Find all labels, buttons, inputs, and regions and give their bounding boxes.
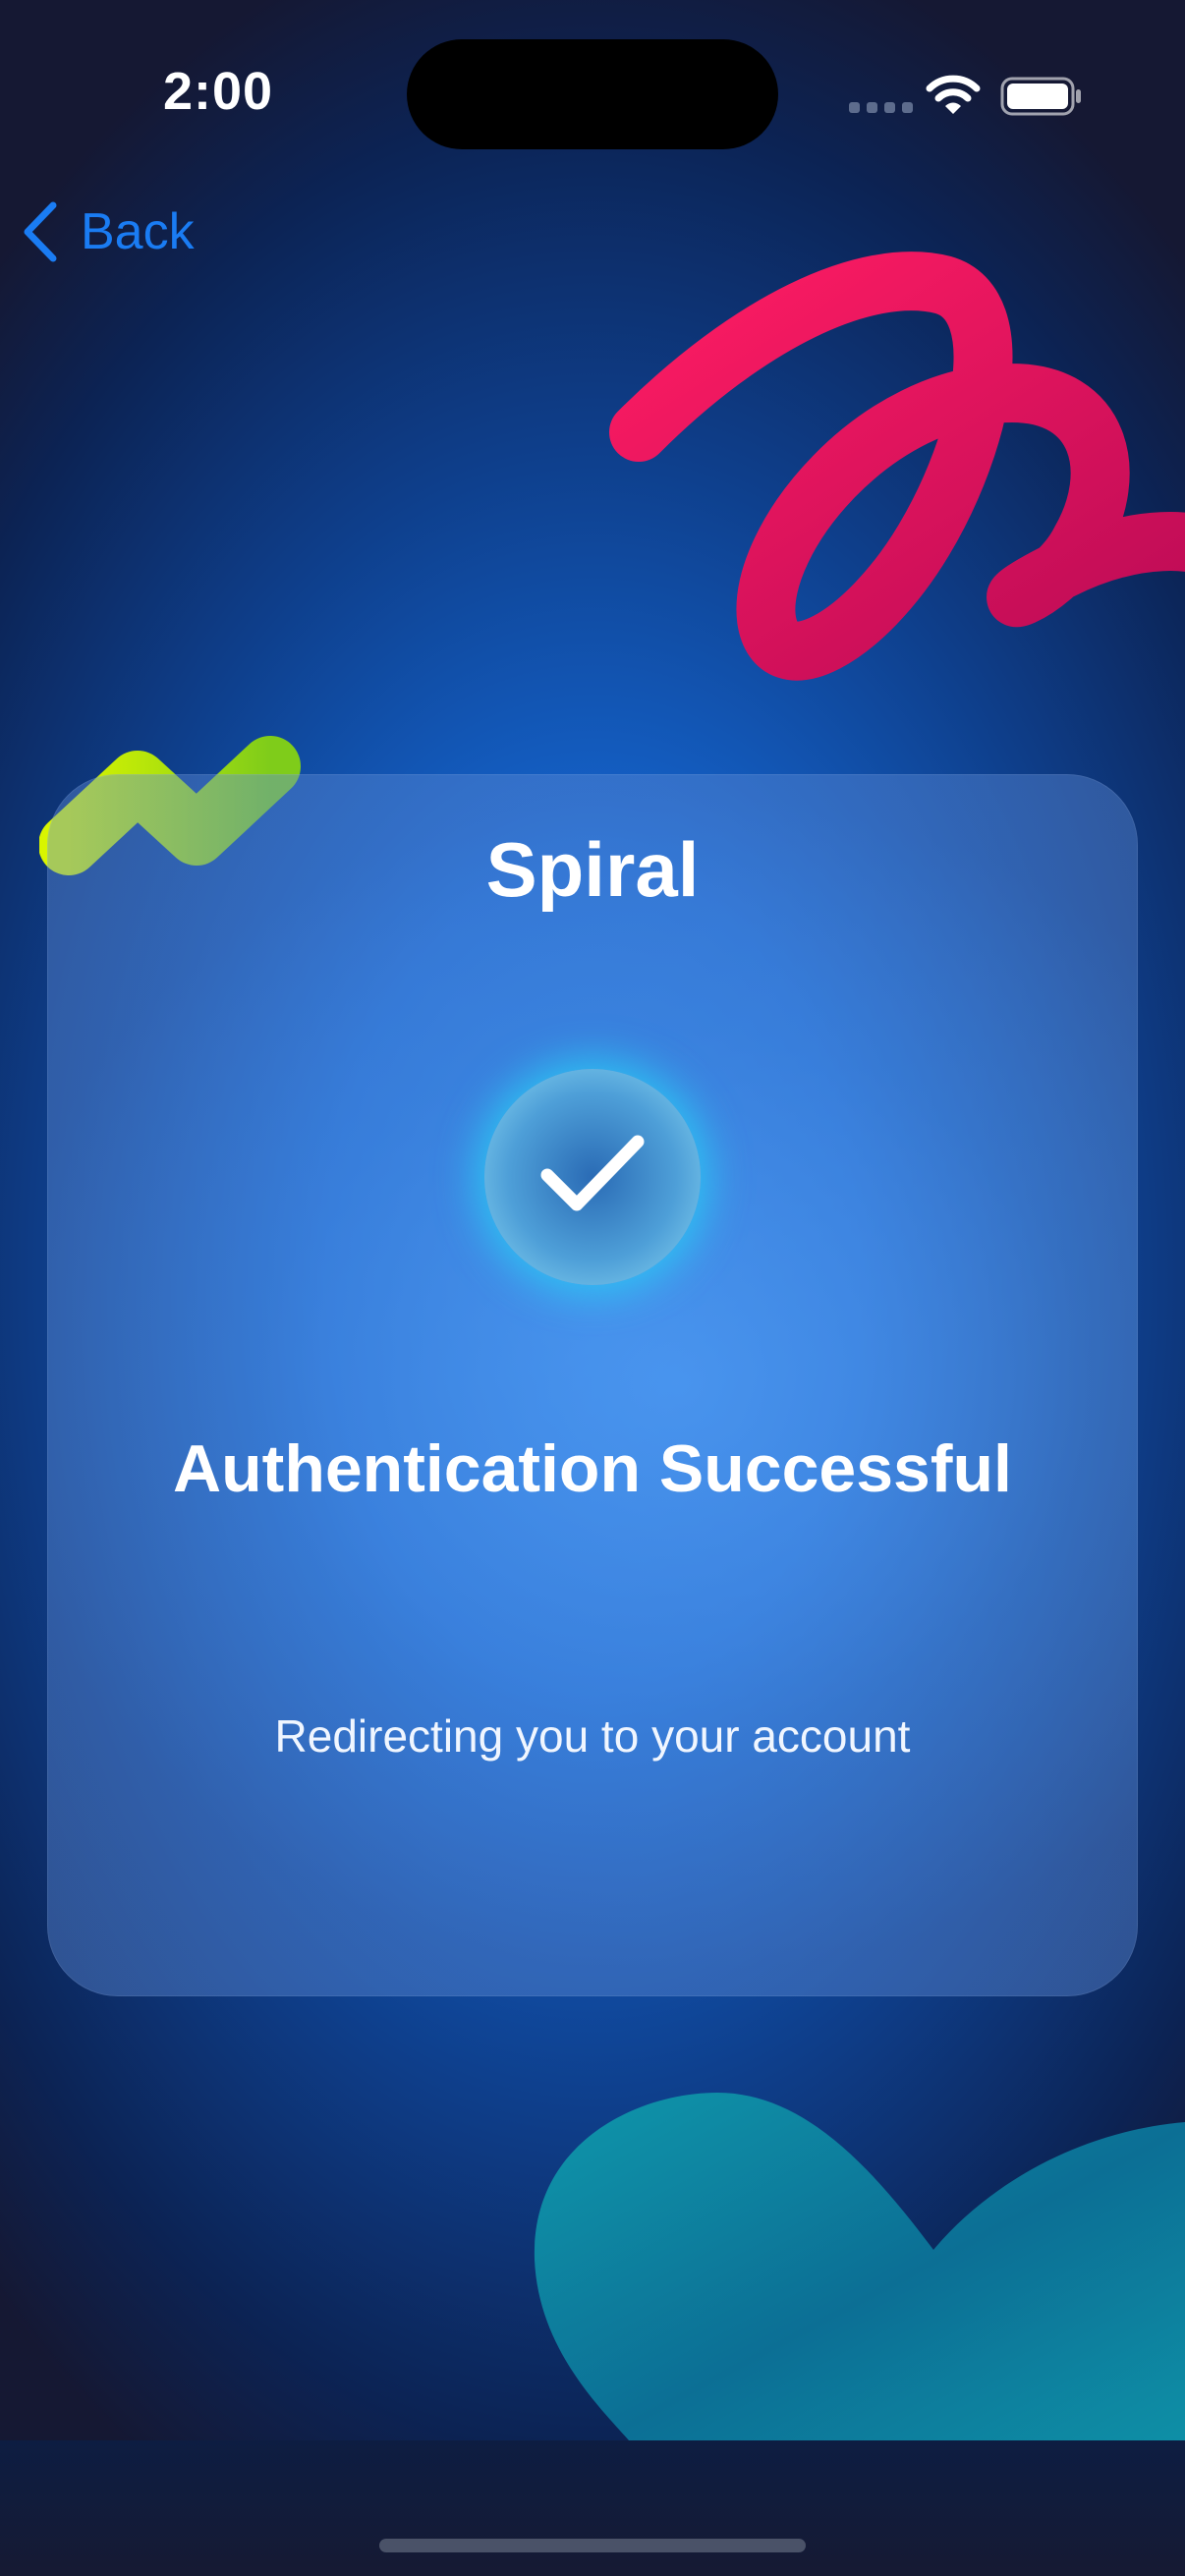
- home-indicator[interactable]: [379, 2539, 806, 2552]
- auth-success-screen: 2:00 Back Spiral Authentication Successf…: [0, 0, 1185, 2576]
- chevron-left-icon: [24, 201, 57, 262]
- app-title: Spiral: [485, 826, 700, 913]
- battery-icon: [1000, 77, 1081, 116]
- back-button[interactable]: Back: [20, 193, 195, 271]
- back-label: Back: [81, 203, 195, 260]
- auth-status-card: Spiral Authentication Successful Redirec…: [47, 774, 1138, 1996]
- teal-blob-decoration: [534, 2093, 1185, 2440]
- status-heading: Authentication Successful: [173, 1431, 1012, 1506]
- checkmark-icon: [540, 1135, 645, 1211]
- dynamic-island: [407, 39, 778, 149]
- status-subtext: Redirecting you to your account: [274, 1710, 911, 1762]
- success-badge: [484, 1069, 701, 1285]
- bottom-band: [0, 2440, 1185, 2576]
- cellular-signal-icon: [849, 102, 913, 113]
- wifi-icon: [926, 75, 981, 114]
- pink-ribbon-decoration: [609, 252, 1185, 681]
- status-time: 2:00: [163, 62, 274, 121]
